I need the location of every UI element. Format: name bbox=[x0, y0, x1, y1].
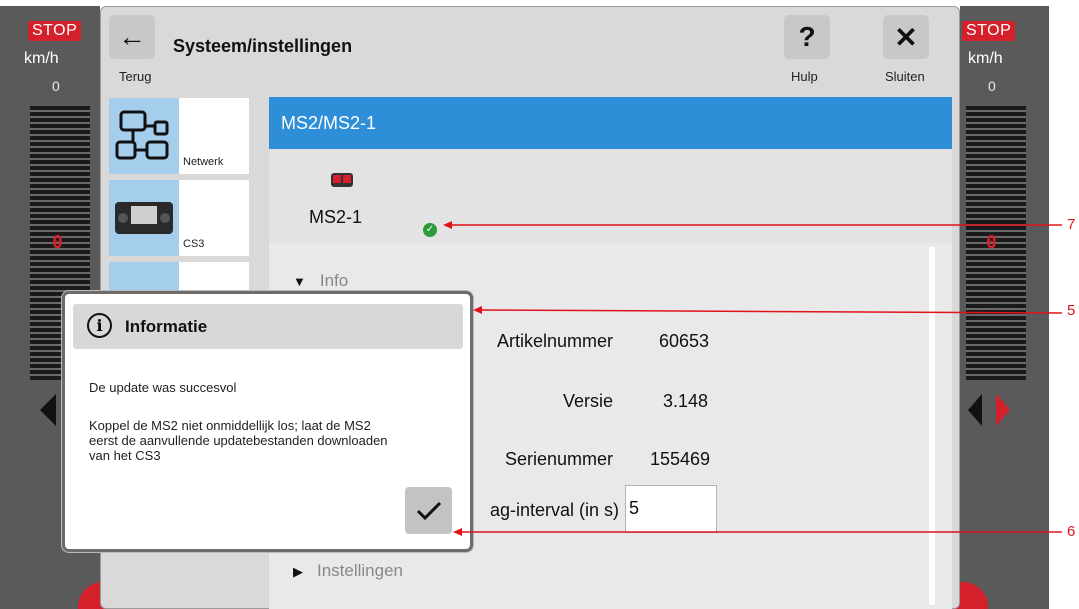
close-icon: ✕ bbox=[894, 21, 918, 53]
back-label: Terug bbox=[119, 69, 152, 84]
back-arrow-icon: ← bbox=[118, 21, 146, 52]
popup-message: eerst de aanvullende updatebestanden dow… bbox=[89, 433, 388, 448]
stop-button-right[interactable]: STOP bbox=[962, 21, 1016, 41]
speed-value-left: 0 bbox=[52, 78, 60, 94]
checkmark-icon bbox=[416, 501, 441, 520]
help-button[interactable]: ? bbox=[784, 15, 830, 59]
speed-unit-left: km/h bbox=[24, 50, 59, 67]
info-icon: i bbox=[87, 313, 112, 338]
caret-down-icon: ▼ bbox=[293, 274, 306, 289]
popup-title: Informatie bbox=[125, 317, 208, 336]
popup-message: van het CS3 bbox=[89, 448, 161, 463]
interval-input[interactable]: 5 bbox=[625, 485, 717, 533]
callout-number: 6 bbox=[1067, 523, 1076, 540]
section-label: Info bbox=[319, 271, 349, 290]
settings-section-toggle[interactable]: ▶ Instellingen bbox=[293, 561, 403, 581]
close-button[interactable]: ✕ bbox=[883, 15, 929, 59]
dialog-titlebar: ← Terug Systeem/instellingen ? Hulp ✕ Sl… bbox=[101, 7, 961, 91]
section-label: Instellingen bbox=[317, 561, 404, 580]
field-value: 60653 bbox=[659, 331, 710, 351]
help-label: Hulp bbox=[791, 69, 818, 84]
device-item-cs3[interactable]: CS3 bbox=[109, 180, 249, 256]
network-icon bbox=[109, 98, 179, 174]
direction-left-arrow-icon[interactable] bbox=[40, 394, 56, 426]
direction-right-arrow-icon[interactable] bbox=[996, 394, 1010, 426]
speed-unit-right: km/h bbox=[968, 50, 1003, 67]
device-item-network[interactable]: Netwerk bbox=[109, 98, 249, 174]
callout-number: 7 bbox=[1067, 216, 1076, 233]
callout-number: 5 bbox=[1067, 302, 1076, 319]
screen: STOP km/h 0 0 STOP km/h 0 0 ← Terug Syst… bbox=[0, 0, 1079, 609]
speed-readout-right: 0 bbox=[986, 232, 997, 253]
device-label: CS3 bbox=[183, 238, 205, 250]
speed-value-right: 0 bbox=[988, 78, 996, 94]
direction-left-arrow-icon[interactable] bbox=[968, 394, 982, 426]
device-header: MS2/MS2-1 bbox=[269, 97, 952, 149]
field-value: 3.148 bbox=[663, 391, 709, 411]
right-control-panel: STOP km/h 0 0 bbox=[938, 6, 1049, 609]
cs3-device-icon bbox=[109, 180, 179, 256]
scrollbar[interactable] bbox=[929, 247, 935, 605]
popup-header: i Informatie bbox=[73, 304, 463, 349]
stop-button-left[interactable]: STOP bbox=[28, 21, 82, 41]
device-name: MS2-1 bbox=[309, 207, 363, 227]
field-value: 155469 bbox=[650, 449, 711, 469]
connected-check-icon: ✓ bbox=[423, 223, 437, 237]
info-popup: i Informatie De update was succesvol Kop… bbox=[62, 291, 473, 552]
speed-readout-left: 0 bbox=[52, 232, 63, 253]
help-icon: ? bbox=[798, 21, 816, 52]
popup-message: De update was succesvol bbox=[89, 380, 237, 395]
info-section-toggle[interactable]: ▼ Info bbox=[293, 271, 348, 291]
confirm-button[interactable] bbox=[405, 487, 452, 534]
dialog-title: Systeem/instellingen bbox=[173, 36, 353, 56]
ms2-device-icon bbox=[329, 171, 355, 194]
close-label: Sluiten bbox=[885, 69, 925, 84]
popup-message: Koppel de MS2 niet onmiddellijk los; laa… bbox=[89, 418, 371, 433]
caret-right-icon: ▶ bbox=[293, 564, 303, 579]
device-label: Netwerk bbox=[183, 156, 224, 168]
back-button[interactable]: ← bbox=[109, 15, 155, 59]
